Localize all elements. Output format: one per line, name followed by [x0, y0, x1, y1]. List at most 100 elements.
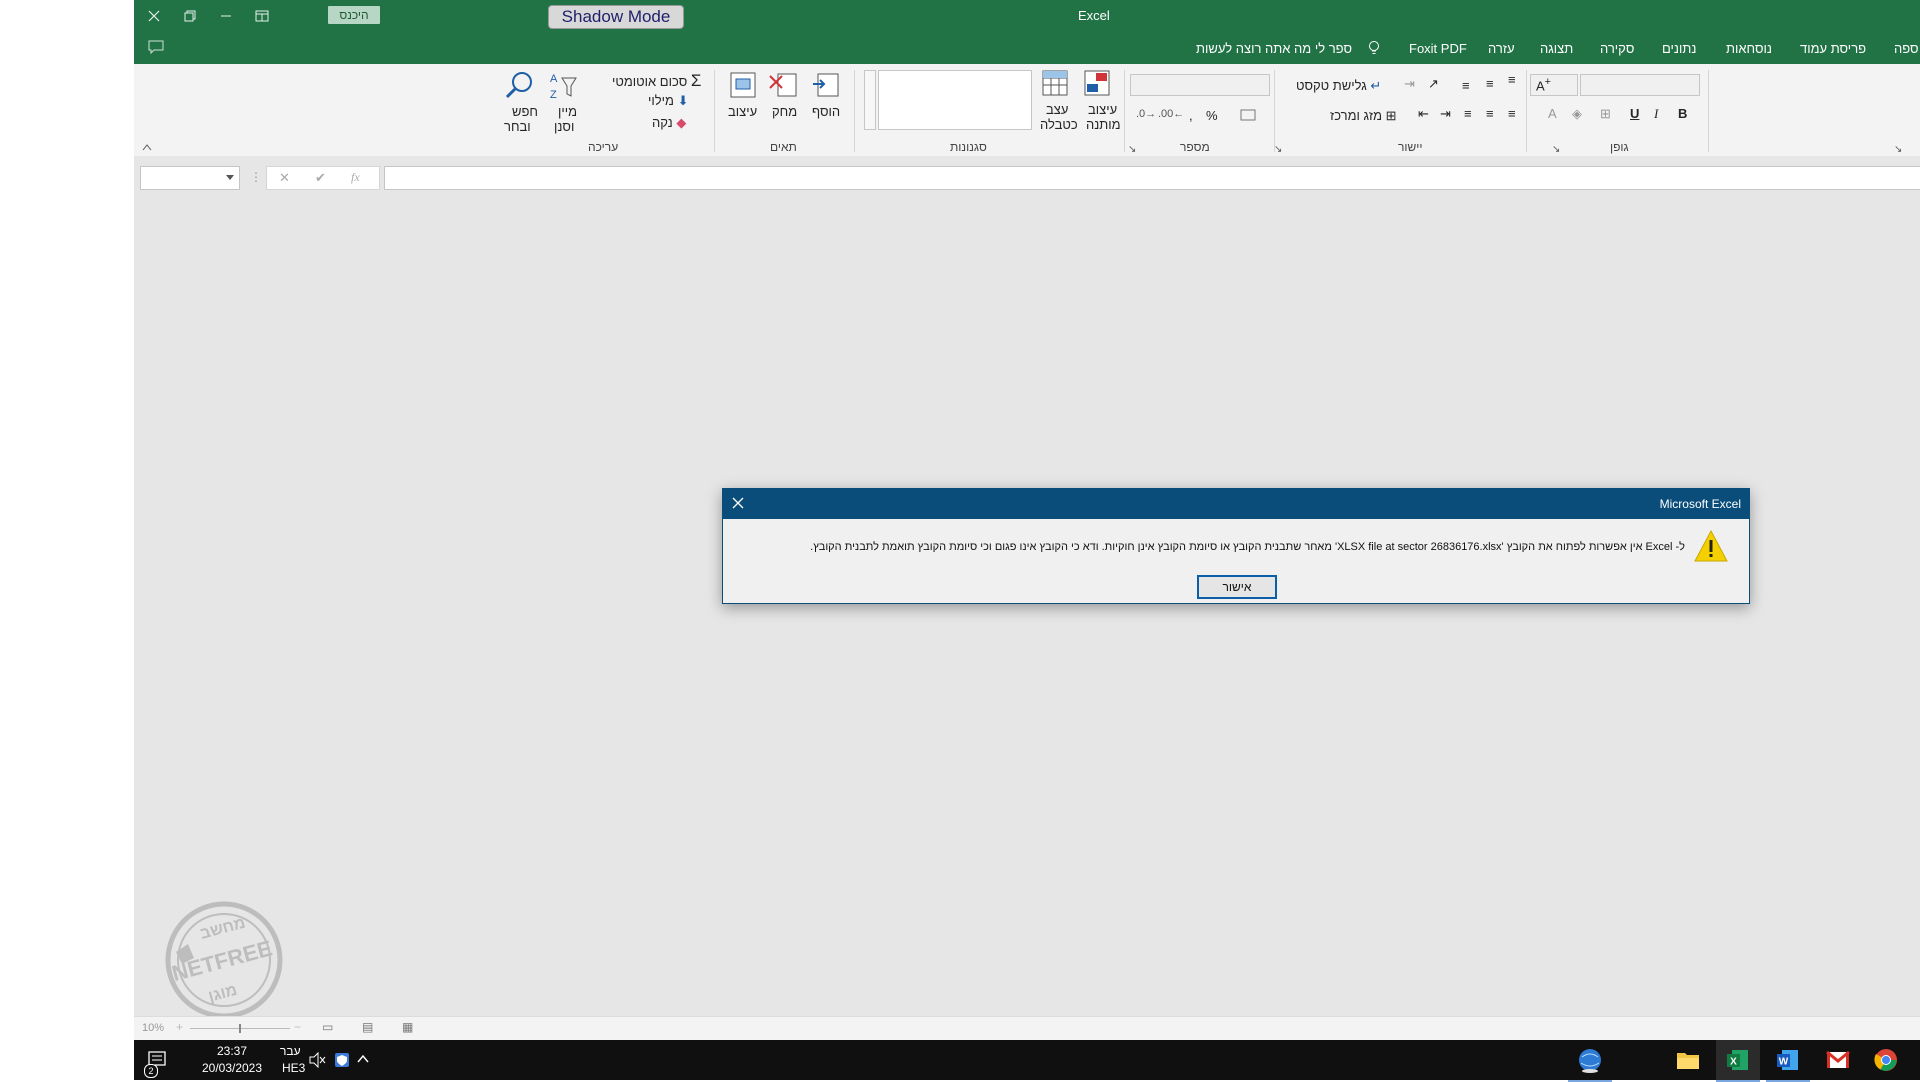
- show-hidden-icons-button[interactable]: [356, 1052, 370, 1071]
- tab-view[interactable]: תצוגה: [1540, 41, 1573, 56]
- font-name-dropdown[interactable]: [1580, 74, 1700, 96]
- group-label-cells: תאים: [770, 140, 797, 154]
- language-line-2[interactable]: HE3: [282, 1061, 305, 1075]
- ok-button[interactable]: אישור: [1197, 575, 1277, 599]
- sort-filter-button[interactable]: AZ: [548, 70, 578, 107]
- clear-button[interactable]: נקה ◆: [652, 115, 686, 131]
- page-layout-view-button[interactable]: ▤: [362, 1020, 373, 1034]
- decrease-indent-button[interactable]: ⇥: [1440, 106, 1451, 122]
- tab-formulas[interactable]: נוסחאות: [1726, 41, 1772, 56]
- close-window-button[interactable]: [136, 4, 172, 28]
- taskbar-app-chrome[interactable]: [1864, 1040, 1908, 1080]
- format-table-icon: [1042, 70, 1068, 96]
- increase-indent-button[interactable]: ⇤: [1418, 106, 1429, 122]
- insert-function-button[interactable]: fx: [351, 170, 360, 185]
- number-format-dropdown[interactable]: [1130, 74, 1270, 96]
- underline-button[interactable]: U: [1630, 106, 1639, 121]
- format-as-table-button[interactable]: [1040, 68, 1070, 103]
- font-dialog-launcher[interactable]: ↘: [1552, 144, 1560, 155]
- tab-page-layout[interactable]: פריסת עמוד: [1800, 41, 1866, 56]
- number-dialog-launcher[interactable]: ↘: [1128, 144, 1136, 155]
- cancel-entry-icon[interactable]: ✕: [279, 170, 290, 186]
- bold-button[interactable]: B: [1678, 106, 1687, 121]
- clock-date[interactable]: 20/03/2023: [190, 1061, 274, 1075]
- find-select-button[interactable]: [504, 70, 534, 105]
- clipboard-dialog-launcher[interactable]: ↘: [1894, 144, 1902, 155]
- increase-decimal-button[interactable]: .0→: [1136, 108, 1156, 120]
- svg-text:W: W: [1779, 1057, 1789, 1068]
- insert-cells-button[interactable]: [810, 70, 840, 105]
- taskbar-app-gmail[interactable]: [1816, 1040, 1860, 1080]
- wrap-text-button[interactable]: גלישת טקסט ↵: [1296, 78, 1381, 94]
- fill-button[interactable]: מילוי ⬇: [648, 93, 688, 109]
- cell-styles-gallery[interactable]: [878, 70, 1032, 130]
- restore-window-button[interactable]: [172, 4, 208, 28]
- formula-input[interactable]: [384, 166, 1920, 190]
- borders-button[interactable]: ⊞: [1600, 106, 1611, 122]
- close-icon: [732, 497, 744, 509]
- zoom-in-button[interactable]: +: [176, 1020, 183, 1034]
- format-cells-button[interactable]: [728, 70, 758, 105]
- shadow-mode-button[interactable]: Shadow Mode: [548, 5, 684, 29]
- tab-foxit-pdf[interactable]: Foxit PDF: [1409, 41, 1467, 56]
- tab-help[interactable]: עזרה: [1488, 41, 1515, 56]
- percent-style-button[interactable]: %: [1206, 108, 1218, 123]
- normal-view-button[interactable]: ▦: [402, 1020, 413, 1034]
- name-box[interactable]: [140, 166, 240, 190]
- confirm-entry-icon[interactable]: ✔: [315, 170, 326, 186]
- format-table-label-2: כטבלה: [1040, 117, 1078, 132]
- comments-button[interactable]: [148, 40, 164, 59]
- netfree-watermark: מחשב NETFREE מוגן: [158, 900, 290, 1020]
- align-top-button[interactable]: ≡: [1508, 72, 1516, 87]
- comma-style-button[interactable]: ,: [1189, 108, 1193, 123]
- taskbar-app-file-explorer[interactable]: [1666, 1040, 1710, 1080]
- taskbar-app-globe[interactable]: [1568, 1040, 1612, 1082]
- page-break-view-button[interactable]: ▭: [322, 1020, 333, 1034]
- group-divider: [1708, 70, 1709, 152]
- sort-filter-icon: AZ: [550, 73, 577, 101]
- tab-review[interactable]: סקירה: [1600, 41, 1634, 56]
- title-bar: היכנס Shadow Mode Excel: [134, 0, 1920, 32]
- align-middle-button[interactable]: ≡: [1486, 76, 1494, 91]
- delete-cells-button[interactable]: [768, 70, 798, 105]
- clock-time[interactable]: 23:37: [194, 1044, 270, 1058]
- increase-font-button[interactable]: A+: [1536, 76, 1551, 93]
- sigma-icon: Σ: [690, 71, 702, 90]
- format-cells-icon: [730, 72, 756, 98]
- sign-in-button[interactable]: היכנס: [328, 6, 380, 24]
- notification-center-button[interactable]: 2: [144, 1050, 168, 1078]
- collapse-ribbon-button[interactable]: [142, 142, 152, 154]
- autosum-button[interactable]: סכום אוטומטי Σ: [612, 71, 701, 91]
- decrease-decimal-button[interactable]: .00←: [1158, 108, 1184, 120]
- taskbar-app-excel[interactable]: X: [1716, 1040, 1760, 1082]
- indent-button[interactable]: ⇥: [1404, 76, 1415, 92]
- language-line-1[interactable]: עבר: [280, 1044, 301, 1058]
- zoom-slider-thumb[interactable]: [239, 1024, 241, 1033]
- taskbar-app-word[interactable]: W: [1766, 1040, 1810, 1082]
- alignment-dialog-launcher[interactable]: ↘: [1274, 144, 1282, 155]
- tell-me-search[interactable]: ספר לי מה אתה רוצה לעשות: [1196, 41, 1352, 56]
- volume-muted-icon[interactable]: [308, 1051, 326, 1073]
- italic-button[interactable]: I: [1654, 106, 1658, 122]
- merge-center-button[interactable]: מזג ומרכז ⊞: [1330, 108, 1397, 124]
- font-color-button[interactable]: A: [1548, 106, 1557, 121]
- tab-file[interactable]: ספה: [1894, 41, 1919, 56]
- accounting-format-button[interactable]: [1240, 108, 1256, 127]
- align-left-button[interactable]: ≡: [1464, 106, 1472, 121]
- align-center-button[interactable]: ≡: [1486, 106, 1494, 121]
- tab-data[interactable]: נתונים: [1662, 41, 1696, 56]
- minimize-window-button[interactable]: [208, 4, 244, 28]
- zoom-level[interactable]: 10%: [142, 1022, 164, 1034]
- styles-gallery-scroll[interactable]: [864, 70, 876, 130]
- align-right-button[interactable]: ≡: [1508, 106, 1516, 121]
- orientation-button[interactable]: ↗: [1428, 76, 1439, 92]
- ribbon-display-options-button[interactable]: [244, 4, 280, 28]
- zoom-out-button[interactable]: −: [294, 1020, 301, 1034]
- dialog-close-button[interactable]: [731, 496, 745, 515]
- eraser-icon: ◆: [676, 115, 687, 130]
- more-options-icon[interactable]: ⋮: [250, 170, 262, 184]
- align-bottom-button[interactable]: ≡: [1462, 78, 1470, 93]
- conditional-formatting-button[interactable]: [1082, 68, 1112, 103]
- security-shield-icon[interactable]: [334, 1052, 350, 1073]
- fill-color-button[interactable]: ◈: [1572, 106, 1582, 122]
